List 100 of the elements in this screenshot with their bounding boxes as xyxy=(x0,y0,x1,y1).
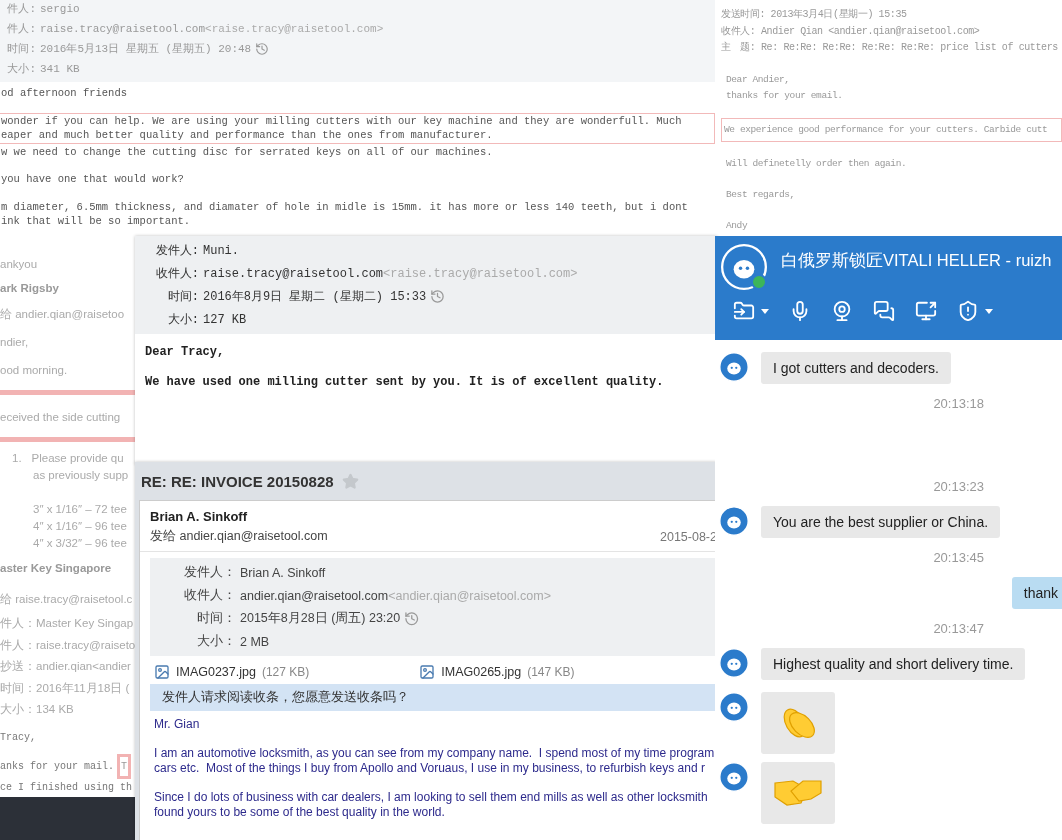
email-text: wonder if you can help. We are using your milling cutters with our key machine and they are wonderfull. Much xyxy=(1,113,683,128)
field-label: 时间： xyxy=(196,610,236,627)
address-note: <andier.qian@raisetool.com> xyxy=(388,588,551,603)
field-label: 收件人: xyxy=(154,266,199,282)
email-text: Dear Andier, xyxy=(726,72,791,87)
list-number: 1. xyxy=(12,452,22,464)
field-label: 时间: xyxy=(166,289,199,305)
email-text: Andy xyxy=(726,218,749,233)
field-label: 件人: xyxy=(6,22,36,36)
caret-icon[interactable] xyxy=(761,308,769,314)
field-value: Muni. xyxy=(203,243,239,258)
text-line: 时间：2016年11月18日 ( xyxy=(0,680,131,696)
field-value: 2015年8月28日 (周五) 23:20 xyxy=(240,610,401,627)
email-text: We have used one milling cutter sent by you. It is of excellent quality. xyxy=(145,374,665,390)
image-icon xyxy=(154,664,170,680)
field-value: 2 MB xyxy=(240,634,270,649)
email-text: found yours to be some of the best quality in the world. xyxy=(154,805,446,820)
text-line: 4″ x 3/32″ – 96 tee xyxy=(32,535,128,551)
list-text: as previously supp xyxy=(32,468,130,483)
webcam-icon[interactable] xyxy=(831,300,853,322)
message-bubble: I got cutters and decoders. xyxy=(761,352,951,384)
message-bubble: You are the best supplier or China. xyxy=(761,506,1001,538)
message-time: 20:13:47 xyxy=(933,621,984,636)
avatar-icon xyxy=(721,244,767,290)
message-bubble: Highest quality and short delivery time. xyxy=(761,648,1026,680)
image-icon xyxy=(419,664,436,680)
text-line: 件人：Master Key Singap xyxy=(0,616,135,632)
field-label: 时间: xyxy=(6,42,36,56)
attachment-size: (127 KB) xyxy=(261,665,310,679)
message-time: 20:13:23 xyxy=(933,479,984,494)
history-icon[interactable] xyxy=(404,610,420,627)
email-text: you have one that would work? xyxy=(1,172,185,187)
email-text: Mr. Gian xyxy=(154,717,201,732)
star-icon[interactable] xyxy=(341,472,359,490)
text-line: 大小：134 KB xyxy=(0,702,75,718)
attachment-link[interactable]: IMAG0265.jpg xyxy=(441,665,522,679)
header-line: 收件人: Andier Qian <andier.qian@raisetool.com> xyxy=(721,24,981,39)
sender-name: ark Rigsby xyxy=(0,281,60,296)
attachment-size: (147 KB) xyxy=(527,665,575,679)
text-line: ce I finished using th xyxy=(0,781,134,795)
avatar-icon xyxy=(719,692,749,722)
history-icon[interactable] xyxy=(255,41,270,56)
chat-title: 白俄罗斯锁匠VITALI HELLER - ruizh xyxy=(781,250,1052,271)
shield-icon[interactable] xyxy=(957,300,979,322)
attachment-link[interactable]: IMAG0237.jpg xyxy=(176,665,256,679)
message-bubble: thank xyxy=(1011,577,1062,609)
address-note: <raise.tracy@raisetool.com> xyxy=(383,266,578,281)
receipt-notice: 发件人请求阅读收条，您愿意发送收条吗？ xyxy=(150,684,717,711)
text-line: anks for your mail. xyxy=(0,761,115,772)
email-text: od afternoon friends xyxy=(1,86,129,101)
screen-share-icon[interactable] xyxy=(915,300,937,322)
email-text: We experience good performance for your cutters. Carbide cutt xyxy=(724,122,1049,137)
text-line: 3″ x 1/16″ – 72 tee xyxy=(32,501,128,517)
recipient-line: 发给 andier.qian@raisetool.com xyxy=(150,528,328,545)
email-text: m diameter, 6.5mm thickness, and diamater of hole in midle is 15mm. it has more or less 140 teeth, but i dont xyxy=(1,199,689,214)
email-text: cars etc. Most of the things I buy from Apollo and Voruaus, I use in my business, to refurbish keys and r xyxy=(154,761,706,776)
sender-name: Brian A. Sinkoff xyxy=(149,508,249,524)
field-label: 发件人: xyxy=(154,243,199,259)
list-text: Please provide qu xyxy=(31,452,124,464)
field-label: 大小： xyxy=(196,633,236,650)
field-label: 大小: xyxy=(166,312,199,328)
field-label: 发件人： xyxy=(183,564,236,581)
caret-icon[interactable] xyxy=(985,308,993,314)
email-text: w we need to change the cutting disc for serrated keys on all of our machines. xyxy=(1,144,494,159)
header-line: 主 题: Re: Re:Re: Re:Re: Re:Re: Re:Re: price list of cutters xyxy=(721,41,1059,55)
avatar-icon xyxy=(719,762,749,792)
text-line: ndier, xyxy=(0,335,30,350)
sender-name: aster Key Singapore xyxy=(0,561,113,576)
email-text: I am an automotive locksmith, as you can see from my company name. I spend most of my time program xyxy=(154,746,716,761)
message-time: 20:13:45 xyxy=(933,550,984,565)
email-text: Since I do lots of business with car dealers, I am looking to sell them end mills as well as other locksmith xyxy=(154,790,709,805)
field-value: 2016年8月9日 星期二 (星期二) 15:33 xyxy=(203,289,427,305)
avatar-icon xyxy=(719,352,749,382)
text-line: 给 raise.tracy@raisetool.c xyxy=(0,591,134,607)
field-value: Brian A. Sinkoff xyxy=(240,565,326,580)
email-text: eaper and much better quality and performance than the ones from manufacturer. xyxy=(1,128,494,143)
highlighted-text: T xyxy=(117,754,132,779)
field-value: 341 KB xyxy=(40,62,80,75)
text-line: ankyou xyxy=(0,257,39,272)
email-text: ink that will be so important. xyxy=(1,214,192,229)
field-label: 收件人： xyxy=(183,587,236,604)
field-value: andier.qian@raisetool.com xyxy=(240,588,389,603)
avatar-icon xyxy=(719,648,749,678)
text-line: 件人：raise.tracy@raiseto xyxy=(0,637,135,653)
text-line: 给 andier.qian@raisetoo xyxy=(0,306,126,322)
address-note: <raise.tracy@raisetool.com> xyxy=(205,22,384,35)
text-line: eceived the side cutting xyxy=(0,410,122,425)
text-line: 抄送：andier.qian<andier xyxy=(0,659,132,675)
email-text: Best regards, xyxy=(726,187,796,202)
text-line: 4″ x 1/16″ – 96 tee xyxy=(32,518,128,534)
email-date: 2015-08-2 xyxy=(660,529,717,544)
chat-bubbles-icon[interactable] xyxy=(873,300,895,322)
history-icon[interactable] xyxy=(430,289,446,304)
text-line: ood morning. xyxy=(0,363,69,378)
email-text: thanks for your email. xyxy=(726,88,844,103)
field-label: 件人: xyxy=(6,2,36,16)
message-time: 20:13:18 xyxy=(933,396,984,411)
email-text: Dear Tracy, xyxy=(145,344,226,360)
folder-icon[interactable] xyxy=(733,300,755,322)
avatar-icon xyxy=(719,506,749,536)
